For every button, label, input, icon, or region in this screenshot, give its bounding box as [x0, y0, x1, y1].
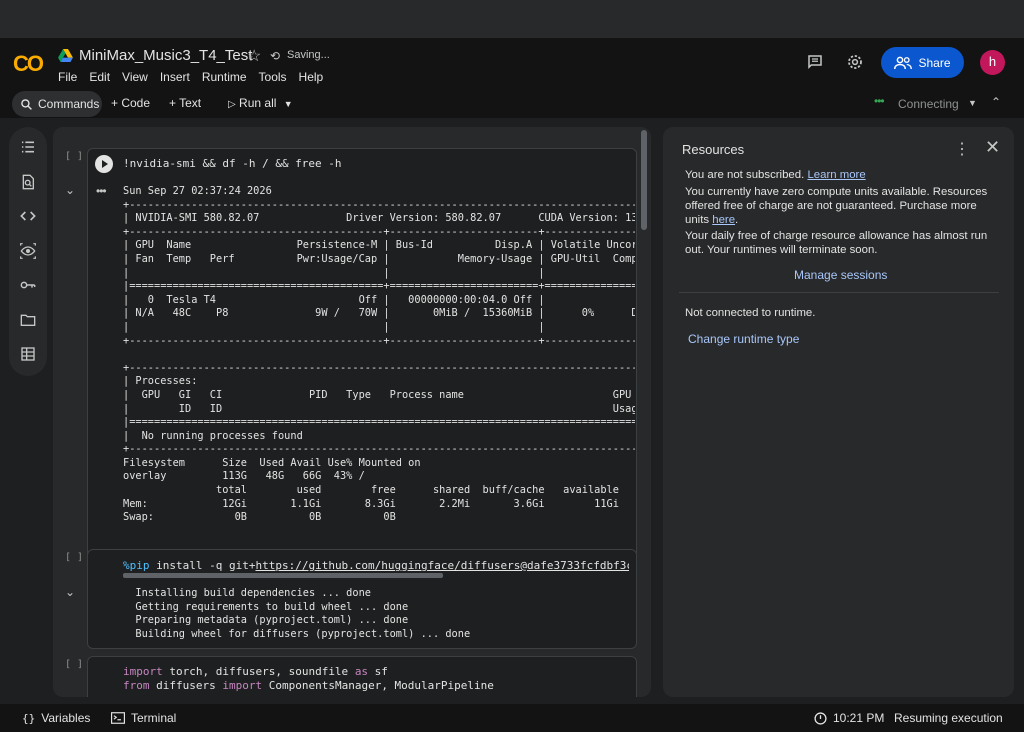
status-bar: {} Variables Terminal 10:21 PM Resuming …	[0, 704, 1024, 732]
cell-3-source-line-2[interactable]: from diffusers import ComponentsManager,…	[123, 679, 494, 693]
code-text: ComponentsManager, ModularPipeline	[262, 679, 494, 692]
save-status: Saving...	[287, 49, 330, 61]
horizontal-scrollbar[interactable]	[123, 573, 443, 578]
keyword: import	[123, 665, 163, 678]
run-all-button[interactable]: ▷ Run all ▼	[228, 96, 293, 110]
keyword: from	[123, 679, 150, 692]
code-snippets-icon[interactable]	[18, 206, 38, 226]
menu-view[interactable]: View	[122, 70, 148, 84]
menu-insert[interactable]: Insert	[160, 70, 190, 84]
divider	[679, 292, 999, 293]
more-options-icon[interactable]: ⋮	[954, 139, 970, 159]
daily-allowance-notice: Your daily free of charge resource allow…	[685, 230, 988, 256]
share-button[interactable]: Share	[881, 47, 964, 78]
browser-top-strip	[0, 0, 1024, 38]
avatar[interactable]: h	[980, 50, 1005, 75]
runtime-status: Not connected to runtime.	[685, 307, 816, 319]
collapse-header-icon[interactable]: ⌃	[991, 95, 1001, 109]
change-runtime-type-button[interactable]: Change runtime type	[688, 332, 799, 346]
add-text-button[interactable]: + Text	[169, 96, 201, 110]
terminal-icon	[111, 712, 125, 724]
notebook-scrollbar[interactable]	[641, 130, 647, 230]
connection-dots-icon: •••	[874, 94, 885, 108]
execution-time[interactable]: 10:21 PM	[814, 711, 884, 725]
run-all-icon: ▷	[228, 99, 236, 110]
notebook-area[interactable]: [ ] !nvidia-smi && df -h / && free -h ⌄ …	[53, 127, 651, 697]
colab-logo[interactable]: CO	[13, 51, 44, 77]
resources-title: Resources	[682, 142, 745, 157]
learn-more-link[interactable]: Learn more	[807, 169, 865, 181]
search-icon	[21, 98, 32, 110]
comments-icon[interactable]	[805, 53, 825, 73]
cell-3-source-line-1[interactable]: import torch, diffusers, soundfile as sf	[123, 665, 388, 679]
share-label: Share	[918, 55, 951, 70]
files-folder-icon[interactable]	[18, 310, 38, 330]
cell-1-output: Sun Sep 27 02:37:24 2026 +--------------…	[123, 185, 635, 524]
keyword: as	[354, 665, 369, 678]
subscription-notice: You are not subscribed. Learn more	[685, 169, 1000, 183]
collapse-output-icon[interactable]: ⌄	[65, 183, 75, 197]
run-cell-button[interactable]	[95, 155, 113, 173]
resources-panel: Resources ⋮ ✕ You are not subscribed. Le…	[663, 127, 1014, 697]
star-icon[interactable]: ☆	[247, 46, 261, 66]
pip-magic: %pip	[123, 559, 150, 572]
menu-runtime[interactable]: Runtime	[202, 70, 247, 84]
code-text: diffusers	[149, 679, 223, 692]
menu-file[interactable]: File	[58, 70, 77, 84]
run-all-label: Run all	[239, 96, 277, 110]
commands-label: Commands	[38, 97, 100, 111]
cell-execution-count: [ ]	[65, 151, 84, 162]
manage-sessions-button[interactable]: Manage sessions	[794, 268, 887, 282]
commands-button[interactable]: Commands	[12, 91, 102, 117]
data-table-icon[interactable]	[18, 344, 38, 364]
code-text: torch, diffusers, soundfile	[162, 665, 355, 678]
not-subscribed-text: You are not subscribed.	[685, 169, 805, 181]
collapse-output-icon[interactable]: ⌄	[65, 585, 75, 599]
terminal-button[interactable]: Terminal	[111, 711, 176, 725]
pip-args: install -q git+	[149, 559, 256, 572]
table-of-contents-icon[interactable]	[18, 137, 38, 157]
notebook-toolbar: Commands + Code + Text ▷ Run all ▼ ••• C…	[0, 90, 1024, 118]
cell-2-source[interactable]: %pip install -q git+https://github.com/h…	[123, 559, 629, 573]
cell-1-source[interactable]: !nvidia-smi && df -h / && free -h	[123, 157, 342, 171]
compute-units-notice: You currently have zero compute units av…	[685, 186, 988, 226]
code-text: sf	[368, 665, 388, 678]
find-replace-icon[interactable]	[18, 172, 38, 192]
menu-bar: File Edit View Insert Runtime Tools Help	[58, 70, 335, 84]
connection-status[interactable]: Connecting	[898, 97, 959, 111]
cell-execution-count: [ ]	[65, 552, 84, 563]
people-icon	[894, 56, 913, 69]
notebook-title[interactable]: MiniMax_Music3_T4_Test	[79, 47, 252, 64]
keyword: import	[222, 679, 263, 692]
sync-icon: ⟲	[270, 49, 281, 63]
menu-tools[interactable]: Tools	[259, 70, 287, 84]
variables-label: Variables	[41, 711, 91, 725]
connect-dropdown-icon[interactable]: ▼	[968, 98, 977, 108]
diffusers-git-url[interactable]: https://github.com/huggingface/diffusers…	[255, 559, 629, 572]
execution-status[interactable]: Resuming execution	[894, 711, 1003, 725]
clock-icon	[814, 711, 827, 725]
variables-inspector-icon[interactable]	[18, 241, 38, 261]
purchase-here-link[interactable]: here	[712, 214, 735, 226]
menu-help[interactable]: Help	[299, 70, 324, 84]
cell-execution-count: [ ]	[65, 659, 84, 670]
chevron-down-icon: ▼	[283, 99, 293, 109]
cell-2-output: Installing build dependencies ... done G…	[135, 587, 471, 640]
output-actions-icon[interactable]: •••	[96, 184, 107, 198]
secrets-key-icon[interactable]	[18, 275, 38, 295]
settings-gear-icon[interactable]	[845, 53, 865, 73]
variables-button[interactable]: {} Variables	[22, 711, 90, 725]
app-header: CO MiniMax_Music3_T4_Test ☆ ⟲ Saving... …	[0, 38, 1024, 90]
left-sidebar	[9, 127, 47, 376]
time-label: 10:21 PM	[833, 711, 885, 725]
add-code-button[interactable]: + Code	[111, 96, 150, 110]
close-icon[interactable]: ✕	[985, 137, 1000, 158]
google-drive-icon	[58, 49, 73, 62]
braces-icon: {}	[22, 711, 36, 725]
terminal-label: Terminal	[131, 711, 177, 725]
menu-edit[interactable]: Edit	[89, 70, 110, 84]
